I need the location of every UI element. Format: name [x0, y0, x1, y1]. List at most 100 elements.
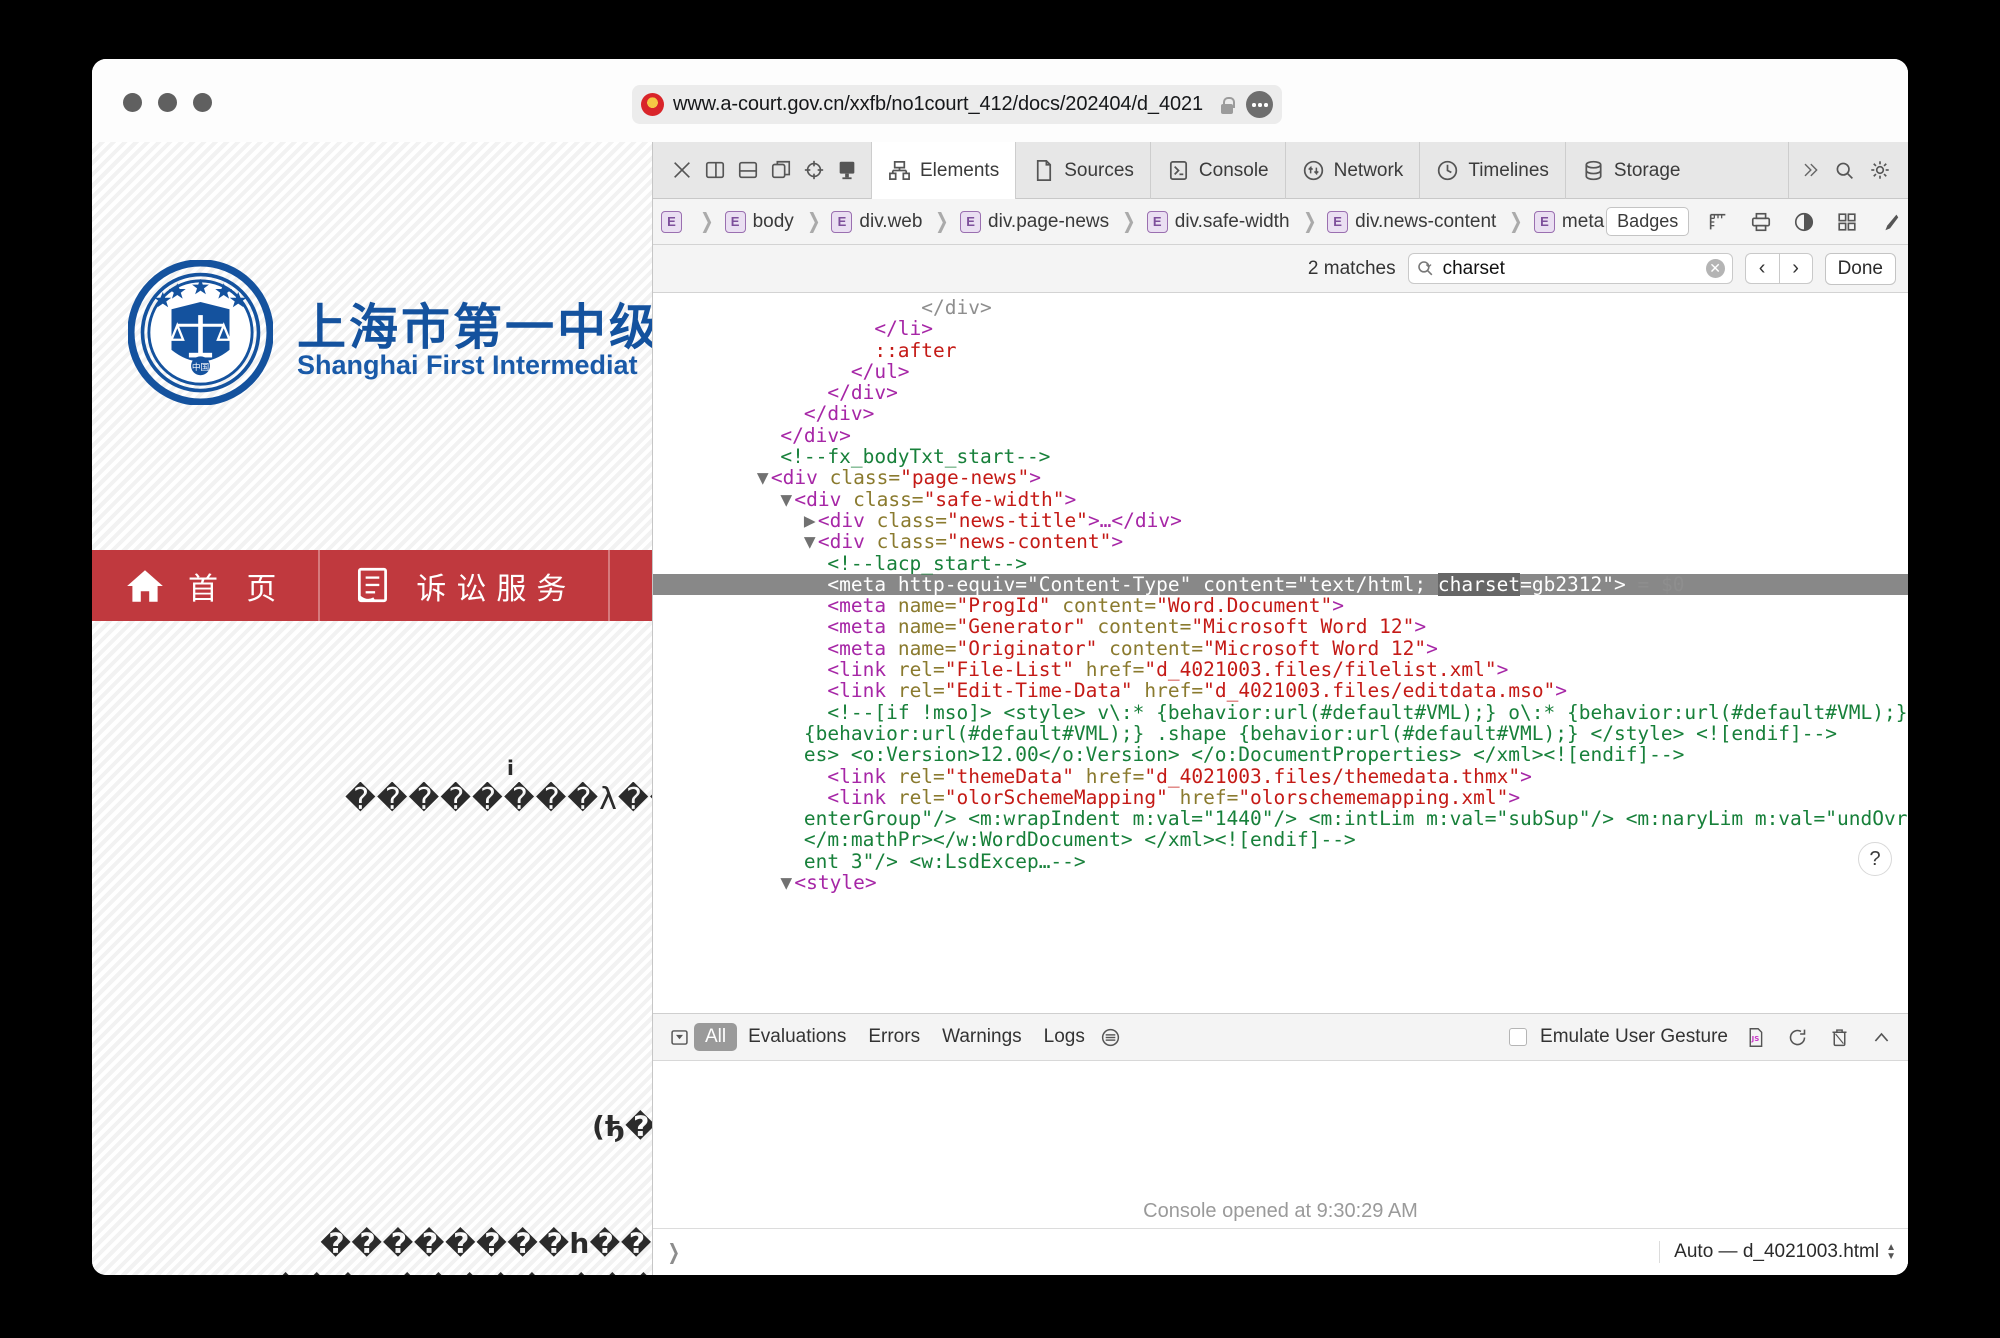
dom-node[interactable]: ▶ <div class="news-title">…</div> — [653, 508, 1908, 532]
dom-node[interactable]: ▼ <div class="news-content"> — [653, 531, 1908, 553]
inspector-toolbar: Elements Sources Console Network Timelin… — [653, 142, 1908, 199]
nav-item-litigation-services[interactable]: 诉讼服务 — [320, 550, 611, 621]
tab-network[interactable]: Network — [1284, 142, 1420, 199]
dom-node[interactable]: <meta name="ProgId" content="Word.Docume… — [653, 595, 1908, 616]
dom-token: "d_4021003.files/themedata.thmx" — [1144, 764, 1521, 788]
breadcrumb-item-body[interactable]: E body — [724, 210, 796, 233]
dock-bottom-icon[interactable] — [733, 156, 762, 185]
dom-node[interactable]: ::after — [653, 339, 1908, 361]
dom-node[interactable]: ▼ <style> — [653, 872, 1908, 894]
dom-node[interactable]: <meta name="Generator" content="Microsof… — [653, 616, 1908, 637]
device-mode-icon[interactable] — [832, 156, 861, 185]
refresh-icon[interactable] — [1783, 1023, 1812, 1052]
tab-timelines[interactable]: Timelines — [1419, 142, 1565, 199]
inspector-dock-controls — [653, 142, 871, 198]
dom-node[interactable]: <link rel="themeData" href="d_4021003.fi… — [653, 764, 1908, 788]
filter-dropdown-icon[interactable] — [665, 1023, 694, 1052]
dom-node[interactable]: es> <o:Version>12.00</o:Version> </o:Doc… — [653, 744, 1908, 765]
tab-elements[interactable]: Elements — [871, 142, 1016, 199]
search-input[interactable]: charset ✕ — [1407, 253, 1733, 284]
window-close-button[interactable] — [123, 93, 142, 112]
breadcrumb-item-div-page-news[interactable]: E div.page-news — [960, 210, 1111, 233]
search-done-button[interactable]: Done — [1824, 252, 1896, 285]
dom-node[interactable]: <!--lacp_start--> — [653, 552, 1908, 574]
breadcrumb-item-meta[interactable]: E meta — [1533, 210, 1606, 233]
nav-item-home[interactable]: 首 页 — [92, 550, 321, 621]
print-icon[interactable] — [1746, 207, 1775, 236]
address-bar[interactable]: www.a-court.gov.cn/xxfb/no1court_412/doc… — [632, 85, 1282, 124]
dom-node[interactable]: </ul> — [653, 361, 1908, 382]
dom-token: = $0 — [1625, 572, 1685, 596]
dom-node[interactable]: </m:mathPr></w:WordDocument> </xml><![en… — [653, 829, 1908, 850]
emulate-user-gesture-checkbox[interactable] — [1509, 1028, 1528, 1046]
dom-node[interactable]: </div> — [653, 382, 1908, 403]
window-zoom-button[interactable] — [193, 93, 212, 112]
disclosure-triangle-open-icon[interactable]: ▼ — [804, 531, 818, 553]
ellipsis-icon[interactable] — [1246, 91, 1273, 118]
console-filter-warnings[interactable]: Warnings — [931, 1023, 1033, 1051]
tab-sources[interactable]: Sources — [1015, 142, 1150, 199]
close-icon[interactable] — [667, 156, 696, 185]
dom-token: > — [1426, 636, 1438, 660]
dom-node[interactable]: enterGroup"/> <m:wrapIndent m:val="1440"… — [653, 808, 1908, 829]
console-filter-evaluations[interactable]: Evaluations — [737, 1023, 857, 1051]
inspect-element-icon[interactable] — [799, 156, 828, 185]
help-button[interactable]: ? — [1858, 842, 1892, 876]
dom-node[interactable]: ▼ <div class="page-news"> — [653, 467, 1908, 489]
dock-right-icon[interactable] — [700, 156, 729, 185]
dom-token: "olorschememapping.xml" — [1238, 785, 1509, 809]
dom-node[interactable]: <!--fx_bodyTxt_start--> — [653, 446, 1908, 467]
dom-node[interactable]: <link rel="Edit-Time-Data" href="d_40210… — [653, 680, 1908, 701]
dom-node-selected[interactable]: <meta http-equiv="Content-Type" content=… — [653, 572, 1908, 596]
dom-node[interactable]: </div> — [653, 425, 1908, 446]
dom-node[interactable]: ent 3"/> <w:LsdExcep…--> — [653, 851, 1908, 872]
dom-node[interactable]: <link rel="File-List" href="d_4021003.fi… — [653, 659, 1908, 680]
breadcrumb-item-div-safe-width[interactable]: E div.safe-width — [1146, 210, 1292, 233]
list-options-icon[interactable] — [1096, 1023, 1125, 1052]
search-icon[interactable] — [1830, 156, 1859, 185]
dom-token: enterGroup"/> <m:wrapIndent m:val="1440"… — [803, 807, 1908, 831]
console-filter-errors[interactable]: Errors — [857, 1023, 931, 1051]
disclosure-triangle-closed-icon[interactable]: ▶ — [804, 510, 818, 532]
gear-icon[interactable] — [1865, 156, 1894, 185]
dom-token: "ProgId" — [956, 594, 1051, 618]
disclosure-triangle-open-icon[interactable]: ▼ — [780, 872, 794, 894]
js-file-icon[interactable]: JS — [1741, 1023, 1770, 1052]
console-filter-logs[interactable]: Logs — [1033, 1023, 1096, 1051]
ruler-icon[interactable] — [1703, 207, 1732, 236]
dom-token: class= — [853, 487, 924, 511]
search-previous-button[interactable]: ‹ — [1744, 253, 1779, 284]
clear-circle-icon[interactable]: ✕ — [1705, 259, 1725, 278]
console-filter-all[interactable]: All — [694, 1023, 738, 1051]
contrast-icon[interactable] — [1789, 207, 1818, 236]
disclosure-triangle-open-icon[interactable]: ▼ — [780, 488, 794, 510]
dom-token: > — [1520, 764, 1532, 788]
search-next-button[interactable]: › — [1778, 253, 1813, 284]
grid-icon[interactable] — [1832, 207, 1861, 236]
breadcrumb-item-root[interactable]: E — [661, 210, 689, 233]
tab-console[interactable]: Console — [1149, 142, 1285, 199]
console-context-selector[interactable]: Auto — d_4021003.html ▲ ▼ — [1659, 1241, 1896, 1263]
collapse-icon[interactable] — [1867, 1023, 1896, 1052]
dom-node[interactable]: </div> — [653, 297, 1908, 318]
paintbrush-icon[interactable] — [1875, 207, 1904, 236]
dom-node[interactable]: <!--[if !mso]> <style> v\:* {behavior:ur… — [653, 701, 1908, 723]
dom-node[interactable]: ▼ <div class="safe-width"> — [653, 487, 1908, 511]
dom-node[interactable]: </li> — [653, 318, 1908, 339]
dom-tree[interactable]: </div> </li> ::after </ul> </div> </div>… — [653, 293, 1908, 1013]
dock-undock-icon[interactable] — [766, 156, 795, 185]
breadcrumb-item-div-news-content[interactable]: E div.news-content — [1327, 210, 1498, 233]
badges-button[interactable]: Badges — [1606, 207, 1690, 236]
disclosure-triangle-open-icon[interactable]: ▼ — [757, 467, 771, 489]
window-minimize-button[interactable] — [158, 93, 177, 112]
chevron-double-right-icon[interactable] — [1795, 156, 1824, 185]
breadcrumb-item-div-web[interactable]: E div.web — [831, 210, 924, 233]
trash-icon[interactable] — [1825, 1023, 1854, 1052]
console-prompt-bar[interactable]: ❯ Auto — d_4021003.html ▲ ▼ — [653, 1228, 1908, 1275]
dom-node[interactable]: </div> — [653, 403, 1908, 424]
dom-node[interactable]: {behavior:url(#default#VML);} .shape {be… — [653, 723, 1908, 744]
dom-token: class= — [876, 508, 948, 532]
dom-node[interactable]: <link rel="olorSchemeMapping" href="olor… — [653, 787, 1908, 808]
tab-storage[interactable]: Storage — [1564, 142, 1697, 199]
dom-node[interactable]: <meta name="Originator" content="Microso… — [653, 638, 1908, 659]
